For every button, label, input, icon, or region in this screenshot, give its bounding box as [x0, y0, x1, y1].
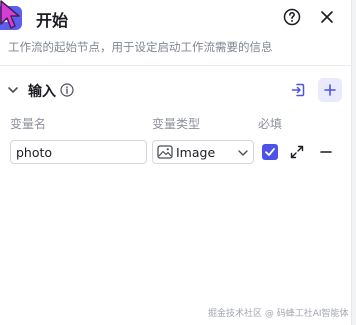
check-icon [265, 148, 275, 156]
input-section-header: 输入 [0, 78, 352, 102]
panel-scroll-edge [352, 0, 356, 325]
column-header-type: 变量类型 [152, 117, 201, 131]
remove-row-icon[interactable] [319, 145, 333, 159]
watermark: 掘金技术社区 @ 码蜂工社AI智能体 [208, 309, 349, 319]
add-input-button[interactable] [318, 78, 342, 102]
column-header-required: 必填 [258, 117, 283, 131]
image-icon [157, 145, 173, 159]
import-button[interactable] [286, 78, 310, 102]
plus-icon [324, 84, 336, 96]
chevron-down-icon [238, 150, 248, 156]
variable-name-input[interactable] [10, 140, 147, 164]
info-icon[interactable] [60, 83, 74, 97]
mouse-cursor-icon [0, 0, 20, 29]
import-icon [291, 83, 305, 97]
column-header-name: 变量名 [10, 117, 47, 131]
chevron-down-icon[interactable] [6, 83, 20, 97]
help-icon [283, 8, 301, 26]
input-variable-row: Image [0, 140, 352, 164]
required-checkbox[interactable] [262, 144, 278, 160]
help-button[interactable] [283, 8, 301, 26]
node-description: 工作流的起始节点，用于设定启动工作流需要的信息 [8, 40, 273, 54]
header-divider [0, 65, 352, 66]
close-button[interactable] [318, 8, 336, 26]
page-title: 开始 [36, 11, 69, 30]
input-section-label: 输入 [28, 84, 56, 100]
variable-type-select[interactable]: Image [152, 140, 254, 164]
expand-icon[interactable] [290, 145, 304, 159]
start-node-panel: 开始 工作流的起始节点，用于设定启动工作流需要的信息 输入 变量名 变量类型 必… [0, 0, 352, 325]
close-icon [321, 11, 333, 23]
variable-type-label: Image [176, 145, 216, 160]
panel-header: 开始 [0, 0, 352, 34]
